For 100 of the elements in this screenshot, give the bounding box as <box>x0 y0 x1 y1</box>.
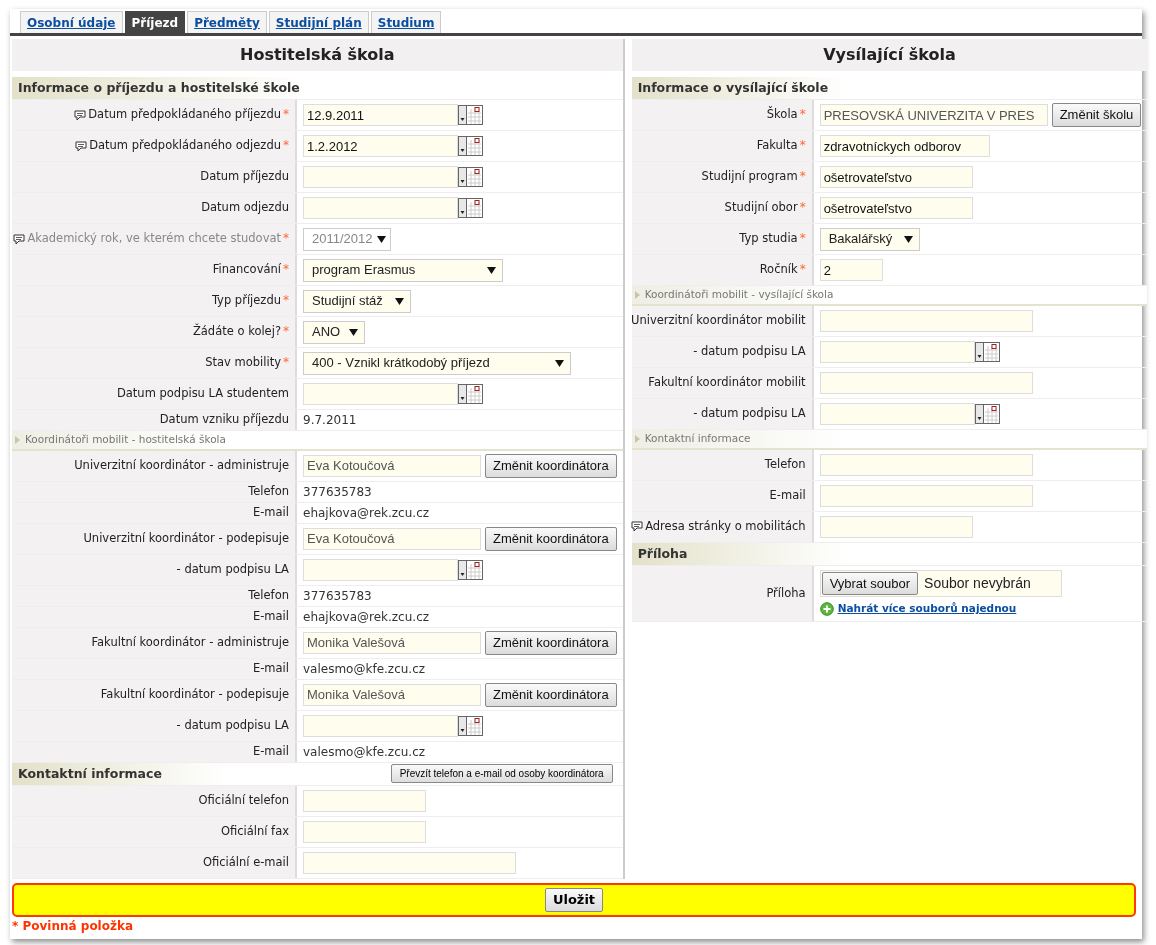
field-label: Škola <box>766 106 798 124</box>
required-mark: * <box>799 230 806 247</box>
text-field[interactable] <box>303 820 426 843</box>
tab[interactable]: Studijní plán <box>268 11 369 33</box>
tab[interactable]: Studium <box>370 11 442 33</box>
text-field[interactable]: zdravotníckych odborov <box>819 135 990 157</box>
tab[interactable]: Příjezd <box>124 11 186 33</box>
calendar-icon[interactable] <box>458 105 483 125</box>
copy-contact-button[interactable]: Převzít telefon a e-mail od osoby koordinátora <box>390 764 613 784</box>
change-button[interactable]: Změnit koordinátora <box>485 527 617 551</box>
calendar-icon[interactable] <box>458 559 483 580</box>
field-value: ehajkova@rek.zcu.cz <box>303 608 430 626</box>
text-field[interactable] <box>819 515 973 538</box>
tab[interactable]: Osobní údaje <box>20 11 123 33</box>
required-mark: * <box>799 199 806 216</box>
select-field[interactable]: program Erasmus <box>303 258 503 282</box>
field-label: E-mail <box>252 743 289 761</box>
field-value: 9.7.2011 <box>303 412 357 429</box>
required-mark: * <box>283 106 289 123</box>
caret-icon <box>349 328 358 336</box>
date-field[interactable]: 12.9.2011 <box>303 104 458 126</box>
field-label: Univerzitní koordinátor - podepisuje <box>83 530 289 548</box>
required-mark: * <box>799 137 806 154</box>
text-field[interactable]: ošetrovateľstvo <box>819 166 973 188</box>
change-button[interactable]: Změnit školu <box>1051 103 1142 127</box>
upload-multiple-link[interactable]: Nahrát více souborů najednou <box>837 601 1017 617</box>
select-field[interactable]: Bakalářský <box>819 227 920 251</box>
field-label: Adresa stránky o mobilitách <box>645 517 806 535</box>
date-field[interactable] <box>819 340 975 363</box>
expand-icon <box>634 434 640 443</box>
picker-field[interactable]: Monika Valešová <box>303 631 481 654</box>
field-label: - datum podpisu LA <box>176 717 289 735</box>
field-label: Datum podpisu LA studentem <box>116 385 289 403</box>
select-field[interactable]: Studijní stáž <box>303 289 411 313</box>
calendar-icon[interactable] <box>458 715 483 736</box>
date-field[interactable] <box>303 166 458 188</box>
field-label: Stav mobility <box>205 354 281 372</box>
calendar-icon[interactable] <box>458 136 483 156</box>
caret-icon <box>376 235 386 243</box>
date-field[interactable] <box>303 558 458 581</box>
field-label: E-mail <box>252 504 289 522</box>
calendar-icon[interactable] <box>974 341 1000 362</box>
expand-icon <box>634 290 640 299</box>
calendar-icon[interactable] <box>458 384 483 404</box>
caret-icon <box>903 235 913 243</box>
change-button[interactable]: Změnit koordinátora <box>485 683 617 707</box>
field-label: Oficiální telefon <box>198 792 289 810</box>
text-field[interactable] <box>303 789 426 812</box>
date-field[interactable] <box>303 197 458 219</box>
field-label: Datum předpokládaného příjezdu <box>88 106 281 124</box>
field-label: Typ příjezdu <box>211 292 281 310</box>
date-field[interactable] <box>303 383 458 405</box>
caret-icon <box>487 266 496 274</box>
change-button[interactable]: Změnit koordinátora <box>485 454 617 478</box>
field-label: Financování <box>212 261 281 279</box>
field-label: Příloha <box>766 584 806 602</box>
text-field[interactable] <box>303 851 516 874</box>
date-field[interactable] <box>819 402 975 425</box>
date-field[interactable] <box>303 714 458 737</box>
field-label: Telefon <box>248 587 289 605</box>
change-button[interactable]: Změnit koordinátora <box>485 631 617 655</box>
field-label: Typ studia <box>739 230 798 248</box>
field-value: 377635783 <box>303 587 372 605</box>
text-field[interactable] <box>819 453 1033 476</box>
field-label: Fakultní koordinátor - administruje <box>91 634 289 652</box>
field-label: E-mail <box>252 660 289 678</box>
expand-icon <box>15 435 20 444</box>
picker-field[interactable]: PRESOVSKÁ UNIVERZITA V PRES <box>819 104 1048 126</box>
text-field[interactable]: 2 <box>819 259 883 281</box>
text-field[interactable] <box>819 309 1033 332</box>
calendar-icon[interactable] <box>458 198 483 218</box>
field-label: Fakultní koordinátor - podepisuje <box>100 686 289 704</box>
field-label: Telefon <box>248 483 289 501</box>
tab[interactable]: Předměty <box>187 11 267 33</box>
required-note: * Povinná položka <box>11 917 135 935</box>
select-field[interactable]: ANO <box>303 320 365 344</box>
save-button[interactable]: Uložit <box>544 888 604 912</box>
date-field[interactable]: 1.2.2012 <box>303 135 458 157</box>
field-label: Studijní program <box>701 168 798 186</box>
text-field[interactable]: ošetrovateľstvo <box>819 197 973 219</box>
file-field[interactable]: Vybrat soubor Soubor nevybrán <box>819 569 1062 597</box>
select-field[interactable]: 400 - Vznikl krátkodobý příjezd <box>303 351 571 375</box>
choose-file-button[interactable]: Vybrat soubor <box>821 571 919 595</box>
text-field[interactable] <box>819 371 1033 394</box>
picker-field[interactable]: Monika Valešová <box>303 683 481 706</box>
calendar-icon[interactable] <box>458 167 483 187</box>
picker-field[interactable]: Eva Kotoučová <box>303 454 481 477</box>
field-label: Univerzitní koordinátor mobilit <box>631 312 806 330</box>
required-mark: * <box>799 168 806 185</box>
field-label: Žádáte o kolej? <box>192 323 281 341</box>
required-mark: * <box>799 106 806 123</box>
required-mark: * <box>799 261 806 278</box>
required-mark: * <box>283 137 289 154</box>
field-label: Ročník <box>759 261 798 279</box>
picker-field[interactable]: Eva Kotoučová <box>303 527 481 550</box>
calendar-icon[interactable] <box>974 403 1000 424</box>
field-label: Datum předpokládaného odjezdu <box>89 137 281 155</box>
field-label: - datum podpisu LA <box>176 561 289 579</box>
field-value: valesmo@kfe.zcu.cz <box>303 743 426 761</box>
text-field[interactable] <box>819 484 1033 507</box>
